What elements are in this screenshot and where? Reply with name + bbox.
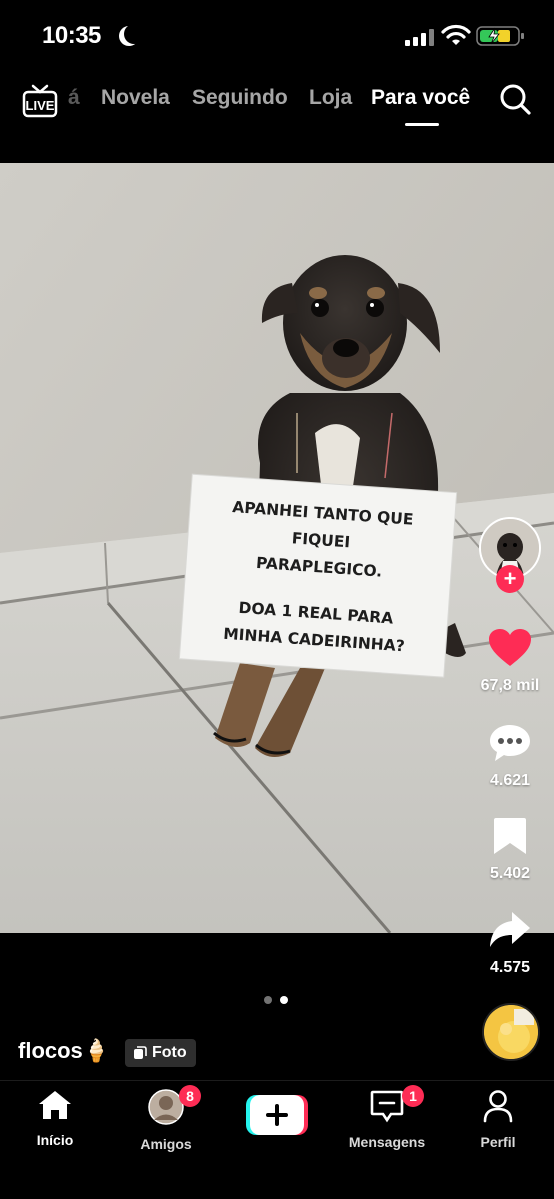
- inbox-badge: 1: [402, 1085, 424, 1107]
- bottom-nav: Início Amigos 8 Mensagens 1 Perfil: [0, 1080, 554, 1199]
- nav-profile-label: Perfil: [480, 1134, 516, 1150]
- like-count: 67,8 mil: [480, 677, 540, 694]
- plus-icon: [246, 1095, 308, 1135]
- image-pagination: [264, 996, 288, 1004]
- wifi-icon: [441, 24, 471, 45]
- comment-button[interactable]: 4.621: [475, 723, 545, 790]
- nav-inbox-label: Mensagens: [348, 1134, 426, 1150]
- status-bar: 10:35: [0, 0, 554, 70]
- nav-friends-label: Amigos: [140, 1136, 192, 1152]
- live-icon[interactable]: LIVE: [22, 82, 58, 118]
- music-disc[interactable]: [482, 1003, 540, 1061]
- home-icon: [39, 1091, 71, 1119]
- tab-novela[interactable]: Novela: [101, 86, 170, 110]
- comment-icon: [490, 725, 530, 761]
- do-not-disturb-icon: [124, 24, 144, 44]
- nav-friends[interactable]: Amigos 8: [121, 1085, 211, 1152]
- top-nav: LIVE á Novela Seguindo Loja Para você: [0, 76, 554, 136]
- nav-profile[interactable]: Perfil: [453, 1089, 543, 1150]
- search-icon[interactable]: [498, 82, 532, 116]
- share-icon: [490, 912, 530, 947]
- friends-badge: 8: [179, 1085, 201, 1107]
- live-label: LIVE: [26, 98, 55, 113]
- share-count: 4.575: [489, 959, 531, 976]
- cellular-signal-icon: [405, 28, 434, 46]
- follow-button[interactable]: +: [496, 565, 524, 593]
- tab-loja[interactable]: Loja: [309, 86, 352, 110]
- create-button[interactable]: [246, 1095, 308, 1135]
- photo-stack-icon: [134, 1046, 147, 1059]
- heart-icon: [489, 629, 531, 666]
- nav-home-label: Início: [36, 1132, 74, 1148]
- like-button[interactable]: 67,8 mil: [475, 628, 545, 695]
- profile-icon: [483, 1090, 513, 1123]
- bookmark-icon: [494, 818, 526, 854]
- active-tab-indicator: [405, 123, 439, 126]
- comment-count: 4.621: [489, 772, 531, 789]
- nav-inbox[interactable]: Mensagens 1: [342, 1085, 432, 1150]
- tab-seguindo[interactable]: Seguindo: [192, 86, 288, 110]
- share-button[interactable]: 4.575: [475, 910, 545, 977]
- photo-mode-chip[interactable]: Foto: [125, 1039, 196, 1067]
- status-time: 10:35: [42, 22, 101, 49]
- bookmark-button[interactable]: 5.402: [475, 816, 545, 883]
- nav-home[interactable]: Início: [10, 1089, 100, 1148]
- pagination-dot[interactable]: [264, 996, 272, 1004]
- tab-para-voce[interactable]: Para você: [371, 86, 470, 110]
- inbox-icon: [370, 1090, 404, 1123]
- tab-partial[interactable]: á: [68, 86, 80, 110]
- photo-mode-label: Foto: [152, 1044, 187, 1061]
- post-photo[interactable]: APANHEI TANTO QUE FIQUEI PARAPLEGICO. DO…: [0, 163, 554, 933]
- author-username[interactable]: flocos🍦: [18, 1038, 110, 1064]
- bookmark-count: 5.402: [489, 865, 531, 882]
- pagination-dot-active[interactable]: [280, 996, 288, 1004]
- battery-icon: [476, 26, 524, 46]
